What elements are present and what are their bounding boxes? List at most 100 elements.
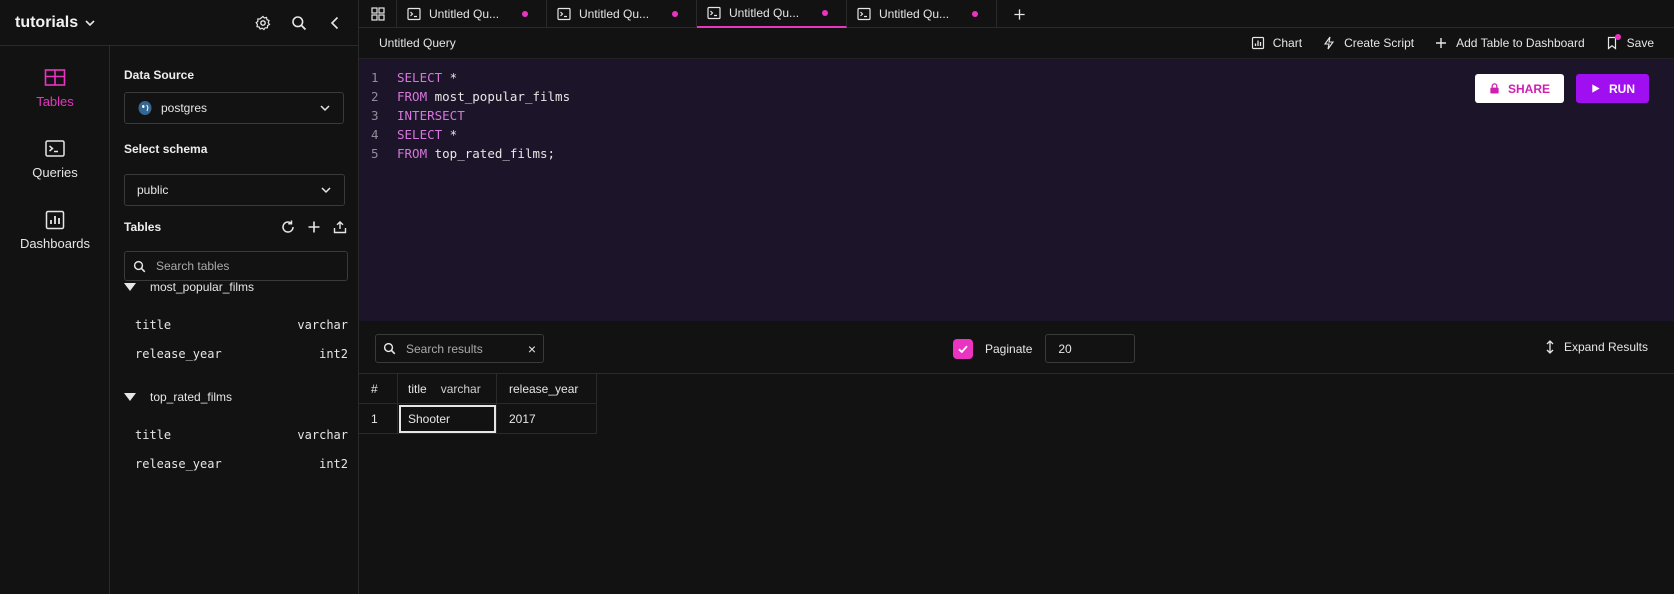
header-title[interactable]: title varchar [398, 374, 497, 404]
add-table-icon[interactable] [306, 219, 322, 235]
tabs-overview-button[interactable] [359, 0, 397, 28]
expand-triangle-icon [124, 393, 136, 401]
query-tab-label: Untitled Qu... [879, 7, 950, 21]
sql-editor[interactable]: 1 SELECT * 2 FROM most_popular_films 3 I… [359, 59, 1674, 321]
column-row[interactable]: release_year int2 [135, 347, 348, 361]
tables-panel: Data Source postgres Select schema publi… [110, 46, 359, 594]
nav-tables[interactable]: Tables [0, 68, 110, 109]
column-name: title [135, 318, 172, 332]
query-title[interactable]: Untitled Query [379, 36, 456, 50]
chart-button[interactable]: Chart [1251, 36, 1302, 50]
upload-icon[interactable] [332, 219, 348, 235]
header-title-type: varchar [440, 381, 481, 396]
sql-keyword: INTERSECT [397, 108, 465, 123]
create-script-button[interactable]: Create Script [1322, 36, 1414, 50]
row-index: 1 [359, 404, 398, 434]
column-type: varchar [297, 318, 348, 332]
sql-keyword: SELECT [397, 127, 443, 142]
column-row[interactable]: title varchar [135, 428, 348, 442]
tables-header: Tables [124, 219, 348, 235]
paginate-checkbox[interactable] [953, 338, 973, 359]
query-tab[interactable]: Untitled Qu... [547, 0, 697, 28]
query-tab[interactable]: Untitled Qu... [847, 0, 997, 28]
unsaved-dot [972, 11, 978, 17]
search-results-field[interactable]: × [375, 334, 544, 363]
add-to-dashboard-button[interactable]: Add Table to Dashboard [1434, 36, 1585, 50]
code-line: 2 FROM most_popular_films [359, 87, 570, 107]
line-number: 2 [371, 89, 379, 104]
column-row[interactable]: title varchar [135, 318, 348, 332]
nav-dashboards[interactable]: Dashboards [0, 210, 110, 251]
chevron-down-icon [85, 19, 95, 26]
terminal-icon [857, 7, 871, 21]
lock-icon [1490, 83, 1499, 94]
expand-results-button[interactable]: Expand Results [1544, 340, 1648, 354]
chevron-down-icon [321, 187, 331, 194]
table-name: top_rated_films [150, 390, 233, 404]
search-tables-field[interactable] [124, 251, 348, 281]
query-tab-label: Untitled Qu... [729, 6, 800, 20]
collapse-sidebar-icon[interactable] [327, 15, 343, 31]
query-tab-bar: Untitled Qu... Untitled Qu... Untitled Q… [359, 0, 1674, 28]
unsaved-dot [522, 11, 528, 17]
table-most-popular-films[interactable]: most_popular_films [124, 280, 254, 294]
search-results-input[interactable] [406, 341, 516, 356]
page-size-input[interactable] [1045, 334, 1136, 363]
nav-queries[interactable]: Queries [0, 139, 110, 180]
save-button[interactable]: Save [1605, 34, 1654, 50]
schema-value: public [137, 183, 169, 197]
bar-chart-icon [45, 210, 65, 230]
sql-text: top_rated_films; [427, 146, 556, 161]
sql-keyword: FROM [397, 146, 428, 161]
clear-search-icon[interactable]: × [528, 341, 536, 357]
sql-keyword: SELECT [397, 70, 443, 85]
paginate-control: Paginate [953, 334, 1136, 363]
cell-release-year[interactable]: 2017 [497, 404, 597, 434]
terminal-icon [557, 7, 571, 21]
column-type: varchar [297, 428, 348, 442]
nav-rail: Tables Queries Dashboards [0, 46, 110, 594]
schema-select[interactable]: public [124, 174, 345, 206]
tables-title: Tables [124, 220, 162, 234]
plus-icon [1013, 8, 1025, 20]
run-button[interactable]: RUN [1576, 74, 1649, 103]
results-toolbar: × Paginate Expand Results [359, 321, 1674, 374]
lightning-icon [1323, 36, 1335, 50]
table-name: most_popular_films [150, 280, 255, 294]
search-icon[interactable] [291, 15, 307, 31]
cell-title-selected[interactable]: Shooter [398, 404, 497, 434]
sql-text: most_popular_films [427, 89, 571, 104]
query-tab[interactable]: Untitled Qu... [397, 0, 547, 28]
nav-dashboards-label: Dashboards [19, 236, 91, 251]
header-release-year[interactable]: release_year [497, 374, 597, 404]
new-tab-button[interactable] [997, 0, 1041, 28]
results-header-row: # title varchar release_year [359, 374, 597, 404]
search-tables-input[interactable] [156, 259, 336, 273]
data-source-value: postgres [161, 101, 208, 115]
add-to-dashboard-label: Add Table to Dashboard [1456, 36, 1585, 50]
refresh-icon[interactable] [280, 219, 296, 235]
query-tab-active[interactable]: Untitled Qu... [697, 0, 847, 28]
share-button[interactable]: SHARE [1475, 74, 1564, 103]
run-label: RUN [1609, 81, 1635, 96]
expand-triangle-icon [124, 283, 136, 291]
column-name: release_year [135, 347, 222, 361]
column-row[interactable]: release_year int2 [135, 457, 348, 471]
share-label: SHARE [1507, 81, 1550, 96]
data-source-select[interactable]: postgres [124, 92, 344, 124]
line-number: 3 [371, 108, 379, 123]
workspace-switcher[interactable]: tutorials [15, 14, 96, 32]
play-icon [1592, 84, 1600, 93]
column-name: title [135, 428, 172, 442]
code-line: 1 SELECT * [359, 68, 457, 88]
terminal-icon [45, 140, 65, 157]
nav-tables-label: Tables [36, 94, 74, 109]
check-icon [958, 345, 968, 353]
settings-gear-icon[interactable] [255, 15, 271, 31]
unsaved-dot [822, 10, 828, 16]
code-line: 3 INTERSECT [359, 106, 465, 126]
code-line: 4 SELECT * [359, 125, 457, 145]
table-top-rated-films[interactable]: top_rated_films [124, 390, 232, 404]
workspace-header: tutorials [0, 0, 359, 46]
query-toolbar: Untitled Query Chart Create Script Add T… [359, 28, 1674, 59]
